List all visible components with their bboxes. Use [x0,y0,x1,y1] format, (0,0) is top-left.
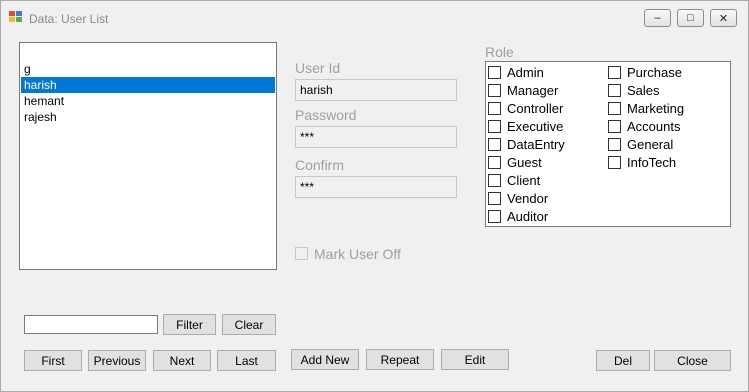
app-icon [9,11,23,23]
checkbox[interactable] [488,84,501,97]
checkbox[interactable] [608,102,621,115]
role-text: Client [507,173,541,188]
list-item[interactable]: hemant [21,93,275,109]
checkbox[interactable] [608,138,621,151]
title-bar[interactable]: Data: User List – □ ✕ [1,1,748,31]
role-text: Vendor [507,191,549,206]
role-checklist[interactable]: Admin Manager Controller Executive DataE… [485,61,731,227]
close-window-button[interactable]: ✕ [710,9,737,27]
last-button[interactable]: Last [217,350,276,371]
close-icon: ✕ [718,12,729,25]
filter-button[interactable]: Filter [163,314,216,335]
checkbox[interactable] [488,192,501,205]
mark-user-off-checkbox[interactable] [295,247,308,260]
next-button[interactable]: Next [153,350,211,371]
checkbox[interactable] [488,120,501,133]
role-text: Accounts [627,119,681,134]
confirm-label: Confirm [295,157,345,173]
role-text: Purchase [627,65,682,80]
checkbox[interactable] [488,138,501,151]
checkbox[interactable] [488,102,501,115]
user-id-field[interactable]: harish [295,79,457,101]
edit-button[interactable]: Edit [441,349,509,370]
role-text: InfoTech [627,155,677,170]
role-text: Sales [627,83,660,98]
checkbox[interactable] [488,174,501,187]
confirm-field[interactable]: *** [295,176,457,198]
previous-button[interactable]: Previous [88,350,146,371]
list-item[interactable]: rajesh [21,109,275,125]
list-item[interactable]: g [21,61,275,77]
role-label: Role [485,44,514,60]
mark-user-off-label: Mark User Off [314,246,401,262]
role-text: Admin [507,65,544,80]
clear-button[interactable]: Clear [222,314,276,335]
user-id-label: User Id [295,60,341,76]
window-title: Data: User List [29,12,109,26]
role-text: Auditor [507,209,549,224]
checkbox[interactable] [488,210,501,223]
filter-input[interactable] [24,315,158,334]
repeat-button[interactable]: Repeat [366,349,434,370]
role-text: DataEntry [507,137,565,152]
minimize-icon: – [654,12,661,24]
password-field[interactable]: *** [295,126,457,148]
role-text: Marketing [627,101,685,116]
password-label: Password [295,107,357,123]
role-text: Manager [507,83,559,98]
checkbox[interactable] [488,156,501,169]
maximize-button[interactable]: □ [677,9,704,27]
list-item-selected[interactable]: harish [21,77,275,93]
checkbox[interactable] [608,156,621,169]
checkbox[interactable] [608,84,621,97]
role-text: Guest [507,155,542,170]
close-button[interactable]: Close [654,350,731,371]
role-text: Controller [507,101,564,116]
role-text: General [627,137,674,152]
user-list-window: Data: User List – □ ✕ g harish hemant ra… [0,0,749,392]
add-new-button[interactable]: Add New [291,349,359,370]
role-text: Executive [507,119,564,134]
checkbox[interactable] [608,66,621,79]
del-button[interactable]: Del [596,350,650,371]
maximize-icon: □ [687,12,694,24]
checkbox[interactable] [488,66,501,79]
checkbox[interactable] [608,120,621,133]
first-button[interactable]: First [24,350,82,371]
user-listbox[interactable]: g harish hemant rajesh [19,42,277,270]
minimize-button[interactable]: – [644,9,671,27]
